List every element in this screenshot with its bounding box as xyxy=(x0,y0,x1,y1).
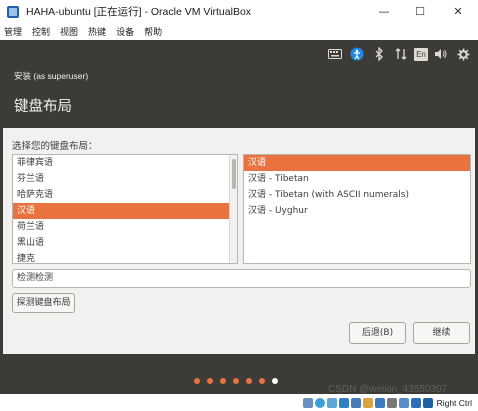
progress-dot xyxy=(246,378,252,384)
installer-body: 选择您的键盘布局： 菲律宾语 芬兰语 哈萨克语 汉语 荷兰语 黑山语 捷克 汉语… xyxy=(0,128,478,354)
guest-top-panel: En xyxy=(0,40,478,68)
scroll-thumb[interactable] xyxy=(232,159,236,189)
display-icon[interactable] xyxy=(374,397,385,408)
keyboard-icon[interactable] xyxy=(326,45,344,63)
optical-drive-icon[interactable] xyxy=(314,397,325,408)
progress-dots xyxy=(194,378,285,384)
layout-list-item[interactable]: 哈萨克语 xyxy=(13,187,237,203)
network-adapter-icon[interactable] xyxy=(338,397,349,408)
menu-help[interactable]: 帮助 xyxy=(144,25,162,38)
progress-dot xyxy=(207,378,213,384)
audio-icon[interactable] xyxy=(326,397,337,408)
layout-list-item-selected[interactable]: 汉语 xyxy=(13,203,237,219)
layout-list-item[interactable]: 芬兰语 xyxy=(13,171,237,187)
host-key-label: Right Ctrl xyxy=(436,397,472,408)
maximize-button[interactable]: ☐ xyxy=(402,0,438,22)
back-button[interactable]: 后退(B) xyxy=(349,322,406,344)
keyboard-test-input[interactable]: 检测检测 xyxy=(12,269,471,288)
settings-gear-icon[interactable] xyxy=(454,45,472,63)
progress-dot xyxy=(220,378,226,384)
menu-devices[interactable]: 设备 xyxy=(116,25,134,38)
keyboard-layout-icon[interactable]: En xyxy=(414,47,428,61)
layout-list-scrollbar[interactable] xyxy=(229,155,237,263)
close-button[interactable]: ✕ xyxy=(438,0,478,22)
virtualbox-icon xyxy=(6,4,20,18)
layout-list-item[interactable]: 捷克 xyxy=(13,251,237,263)
variant-list-item[interactable]: 汉语 - Tibetan xyxy=(244,171,470,187)
variant-list: 汉语 汉语 - Tibetan 汉语 - Tibetan (with ASCII… xyxy=(243,154,471,264)
variant-list-item[interactable]: 汉语 - Uyghur xyxy=(244,203,470,219)
continue-button[interactable]: 继续 xyxy=(413,322,470,344)
minimize-button[interactable]: — xyxy=(366,0,402,22)
progress-dot xyxy=(259,378,265,384)
shared-folder-icon[interactable] xyxy=(362,397,373,408)
host-title-bar: HAHA-ubuntu [正在运行] - Oracle VM VirtualBo… xyxy=(0,0,478,22)
progress-dot xyxy=(233,378,239,384)
menu-view[interactable]: 视图 xyxy=(60,25,78,38)
network-icon[interactable] xyxy=(392,45,410,63)
layout-list: 菲律宾语 芬兰语 哈萨克语 汉语 荷兰语 黑山语 捷克 xyxy=(12,154,238,264)
layout-list-item[interactable]: 黑山语 xyxy=(13,235,237,251)
menu-hotkey[interactable]: 热键 xyxy=(88,25,106,38)
keyboard-capture-icon[interactable] xyxy=(422,397,433,408)
layout-list-item[interactable]: 荷兰语 xyxy=(13,219,237,235)
detect-layout-button[interactable]: 探测键盘布局 xyxy=(12,293,75,313)
window-controls: — ☐ ✕ xyxy=(366,0,478,22)
page-title: 键盘布局 xyxy=(14,99,72,115)
layout-prompt: 选择您的键盘布局： xyxy=(12,141,98,152)
variant-list-item-selected[interactable]: 汉语 xyxy=(244,155,470,171)
menu-manage[interactable]: 管理 xyxy=(4,25,22,38)
progress-dot-current xyxy=(272,378,278,384)
variant-list-item[interactable]: 汉语 - Tibetan (with ASCII numerals) xyxy=(244,187,470,203)
hard-disk-icon[interactable] xyxy=(302,397,313,408)
cpu-icon[interactable] xyxy=(398,397,409,408)
bluetooth-icon[interactable] xyxy=(370,45,388,63)
accessibility-icon[interactable] xyxy=(348,45,366,63)
progress-dot xyxy=(194,378,200,384)
installer-window-title: 安装 (as superuser) xyxy=(14,71,89,81)
installer-header: 安装 (as superuser) 键盘布局 xyxy=(0,68,478,128)
window-title: HAHA-ubuntu [正在运行] - Oracle VM VirtualBo… xyxy=(26,5,252,18)
video-capture-icon[interactable] xyxy=(386,397,397,408)
host-status-bar: Right Ctrl xyxy=(0,394,478,411)
mouse-integration-icon[interactable] xyxy=(410,397,421,408)
usb-icon[interactable] xyxy=(350,397,361,408)
menu-control[interactable]: 控制 xyxy=(32,25,50,38)
volume-icon[interactable] xyxy=(432,45,450,63)
layout-list-item[interactable]: 菲律宾语 xyxy=(13,155,237,171)
host-menu-bar: 管理 控制 视图 热键 设备 帮助 xyxy=(0,22,478,40)
